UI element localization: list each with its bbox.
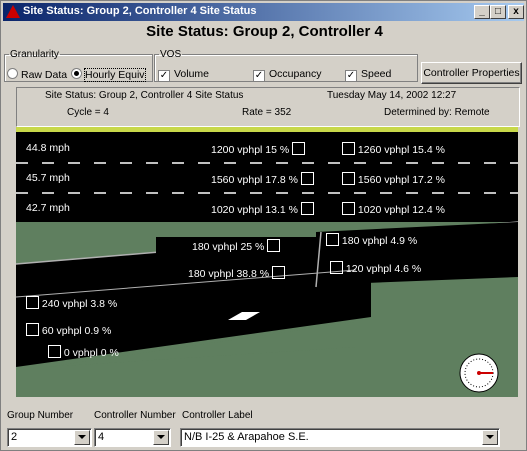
stop-bar-line bbox=[16, 127, 518, 132]
detector-right-lane-2[interactable]: 1560 vphpl 17.2 % bbox=[342, 172, 445, 186]
ramp-detector-1[interactable]: 180 vphpl 25 % bbox=[192, 239, 281, 253]
close-button[interactable]: x bbox=[508, 5, 524, 19]
app-icon bbox=[6, 5, 20, 18]
page-title: Site Status: Group 2, Controller 4 bbox=[146, 23, 383, 40]
detector-reading: 180 vphpl 38.8 % bbox=[188, 268, 270, 280]
detector-reading: 180 vphpl 4.9 % bbox=[341, 235, 418, 247]
chevron-down-icon[interactable] bbox=[482, 430, 498, 445]
detector-box bbox=[26, 296, 39, 309]
site-status-window: Site Status: Group 2, Controller 4 Site … bbox=[0, 0, 527, 451]
ramp-detector-2[interactable]: 180 vphpl 38.8 % bbox=[188, 266, 286, 280]
detector-box bbox=[342, 202, 355, 215]
detector-box bbox=[330, 261, 343, 274]
speed-lane-2: 45.7 mph bbox=[26, 172, 70, 184]
check-icon: ✓ bbox=[158, 70, 170, 82]
detector-box bbox=[272, 266, 286, 279]
detector-box bbox=[26, 323, 39, 336]
detector-reading: 60 vphpl 0.9 % bbox=[41, 325, 112, 337]
status-site-text: Site Status: Group 2, Controller 4 Site … bbox=[45, 90, 244, 101]
controller-number-value: 4 bbox=[98, 431, 105, 443]
checkbox-occupancy[interactable]: ✓ Occupancy bbox=[253, 68, 322, 82]
detector-reading: 1260 vphpl 15.4 % bbox=[357, 144, 445, 156]
detector-reading: 180 vphpl 25 % bbox=[192, 241, 265, 253]
speed-lane-3: 42.7 mph bbox=[26, 202, 70, 214]
speed-lane-1: 44.8 mph bbox=[26, 142, 70, 154]
site-diagram: 44.8 mph 1200 vphpl 15 % 1260 vphpl 15.4… bbox=[16, 127, 518, 397]
detector-reading: 1560 vphpl 17.8 % bbox=[211, 174, 298, 186]
controller-label-label: Controller Label bbox=[182, 410, 253, 421]
radio-raw-data-label: Raw Data bbox=[21, 69, 68, 81]
radio-raw-data[interactable]: Raw Data bbox=[7, 68, 67, 81]
title-bar[interactable]: Site Status: Group 2, Controller 4 Site … bbox=[3, 3, 524, 21]
detector-reading: 120 vphpl 4.6 % bbox=[345, 263, 422, 275]
radio-hourly-equiv-label: Hourly Equiv bbox=[84, 68, 146, 82]
controller-label-select[interactable]: N/B I-25 & Arapahoe S.E. bbox=[180, 428, 500, 447]
detector-box bbox=[342, 172, 355, 185]
detector-box bbox=[342, 142, 355, 155]
checkbox-speed-label: Speed bbox=[361, 68, 392, 80]
detector-left-lane-3[interactable]: 1020 vphpl 13.1 % bbox=[211, 202, 314, 216]
checkbox-volume-label: Volume bbox=[174, 68, 210, 80]
maximize-button[interactable]: □ bbox=[490, 5, 506, 19]
detector-reading: 0 vphpl 0 % bbox=[63, 347, 119, 359]
status-panel: Site Status: Group 2, Controller 4 Site … bbox=[16, 87, 520, 127]
check-icon: ✓ bbox=[345, 70, 357, 82]
controller-label-value: N/B I-25 & Arapahoe S.E. bbox=[184, 431, 309, 443]
detector-box bbox=[300, 172, 314, 185]
radio-hourly-equiv[interactable]: Hourly Equiv bbox=[71, 68, 146, 82]
detector-box bbox=[48, 345, 61, 358]
status-rate: Rate = 352 bbox=[242, 107, 292, 118]
detector-reading: 1200 vphpl 15 % bbox=[211, 144, 290, 156]
status-cycle: Cycle = 4 bbox=[67, 107, 109, 118]
detector-reading: 1020 vphpl 12.4 % bbox=[357, 204, 445, 216]
window-title: Site Status: Group 2, Controller 4 Site … bbox=[23, 5, 257, 17]
radio-selected-icon bbox=[71, 68, 82, 79]
ramp-detector-4[interactable]: 120 vphpl 4.6 % bbox=[330, 261, 421, 275]
checkbox-volume[interactable]: ✓ Volume bbox=[158, 68, 209, 82]
checkbox-occupancy-label: Occupancy bbox=[269, 68, 322, 80]
group-number-label: Group Number bbox=[7, 410, 74, 421]
controller-number-label: Controller Number bbox=[94, 410, 176, 421]
ramp-detector-7[interactable]: 0 vphpl 0 % bbox=[48, 345, 119, 359]
detector-box bbox=[326, 233, 339, 246]
ramp-detector-5[interactable]: 240 vphpl 3.8 % bbox=[26, 296, 117, 310]
detector-reading: 240 vphpl 3.8 % bbox=[41, 298, 118, 310]
group-number-select[interactable]: 2 bbox=[7, 428, 92, 447]
detector-box bbox=[292, 142, 306, 155]
ramp-detector-6[interactable]: 60 vphpl 0.9 % bbox=[26, 323, 111, 337]
group-number-value: 2 bbox=[11, 431, 18, 443]
check-icon: ✓ bbox=[253, 70, 265, 82]
detector-box bbox=[300, 202, 314, 215]
vos-legend: VOS bbox=[160, 49, 182, 60]
checkbox-speed[interactable]: ✓ Speed bbox=[345, 68, 391, 82]
chevron-down-icon[interactable] bbox=[74, 430, 90, 445]
chevron-down-icon[interactable] bbox=[153, 430, 169, 445]
status-datetime: Tuesday May 14, 2002 12:27 bbox=[327, 90, 457, 101]
detector-reading: 1020 vphpl 13.1 % bbox=[211, 204, 298, 216]
controller-number-select[interactable]: 4 bbox=[94, 428, 171, 447]
status-determined-by: Determined by: Remote bbox=[384, 107, 490, 118]
detector-reading: 1560 vphpl 17.2 % bbox=[357, 174, 445, 186]
detector-right-lane-1[interactable]: 1260 vphpl 15.4 % bbox=[342, 142, 445, 156]
detector-left-lane-1[interactable]: 1200 vphpl 15 % bbox=[211, 142, 306, 156]
ramp-detector-3[interactable]: 180 vphpl 4.9 % bbox=[326, 233, 417, 247]
detector-left-lane-2[interactable]: 1560 vphpl 17.8 % bbox=[211, 172, 314, 186]
detector-box bbox=[267, 239, 281, 252]
radio-icon bbox=[7, 68, 18, 79]
granularity-legend: Granularity bbox=[10, 49, 59, 60]
controller-properties-button[interactable]: Controller Properties bbox=[421, 62, 522, 84]
minimize-button[interactable]: _ bbox=[474, 5, 490, 19]
detector-right-lane-3[interactable]: 1020 vphpl 12.4 % bbox=[342, 202, 445, 216]
